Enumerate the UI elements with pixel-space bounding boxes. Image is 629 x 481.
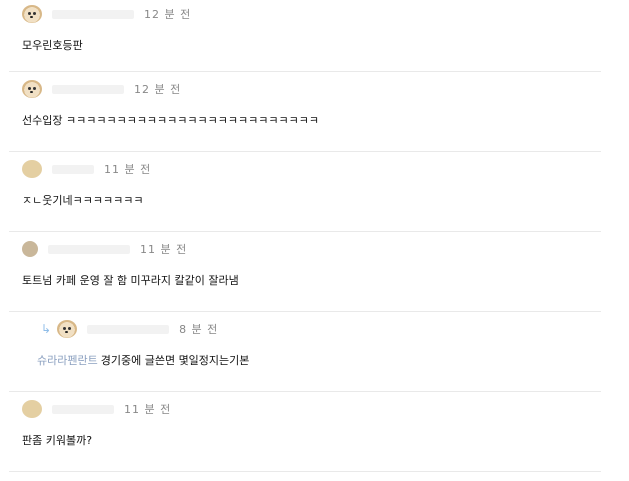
reply-arrow-icon: ↳ — [41, 322, 52, 336]
nickname-blurred[interactable] — [52, 9, 134, 19]
comment-text: 슈라라펜란트 경기중에 글쓴면 몇일정지는기본 — [37, 352, 249, 368]
comment-item: 11 분 전 토트넘 카페 운영 잘 함 미꾸라지 칼같이 잘라냄 — [9, 232, 601, 312]
comment-text: 선수입장 ㅋㅋㅋㅋㅋㅋㅋㅋㅋㅋㅋㅋㅋㅋㅋㅋㅋㅋㅋㅋㅋㅋㅋㅋㅋ — [22, 114, 319, 127]
comment-time: 11 분 전 — [140, 243, 188, 256]
comment-time: 12 분 전 — [144, 8, 192, 21]
comment-text: 판좀 키워볼까? — [22, 434, 93, 447]
avatar-icon[interactable] — [22, 241, 38, 257]
comment-time: 11 분 전 — [104, 163, 152, 176]
mention-link[interactable]: 슈라라펜란트 — [37, 354, 98, 367]
avatar-icon[interactable] — [22, 400, 42, 418]
comment-item: 12 분 전 선수입장 ㅋㅋㅋㅋㅋㅋㅋㅋㅋㅋㅋㅋㅋㅋㅋㅋㅋㅋㅋㅋㅋㅋㅋㅋㅋ — [9, 72, 601, 152]
reply-text: 경기중에 글쓴면 몇일정지는기본 — [100, 354, 250, 367]
comment-meta: 11 분 전 — [22, 238, 187, 260]
comment-text: 토트넘 카페 운영 잘 함 미꾸라지 칼같이 잘라냄 — [22, 274, 239, 287]
comment-meta: ↳ 8 분 전 — [41, 318, 218, 340]
comment-text: 모우린호등판 — [22, 39, 83, 52]
avatar-icon[interactable] — [22, 160, 42, 178]
comment-meta: 12 분 전 — [22, 3, 191, 25]
avatar-icon[interactable] — [22, 5, 42, 23]
comment-time: 12 분 전 — [134, 83, 182, 96]
reply-item: ↳ 8 분 전 슈라라펜란트 경기중에 글쓴면 몇일정지는기본 — [9, 312, 601, 392]
comment-text: ㅈㄴ웃기네ㅋㅋㅋㅋㅋㅋㅋ — [22, 194, 144, 207]
comment-time: 11 분 전 — [124, 403, 172, 416]
comment-time: 8 분 전 — [179, 323, 219, 336]
nickname-blurred[interactable] — [87, 324, 170, 334]
comment-meta: 11 분 전 — [22, 398, 171, 420]
nickname-blurred[interactable] — [48, 244, 130, 254]
nickname-blurred[interactable] — [52, 164, 94, 174]
nickname-blurred[interactable] — [52, 84, 124, 94]
avatar-icon[interactable] — [57, 320, 78, 338]
comment-meta: 11 분 전 — [22, 158, 151, 180]
avatar-icon[interactable] — [22, 80, 42, 98]
comment-item: 11 분 전 ㅈㄴ웃기네ㅋㅋㅋㅋㅋㅋㅋ — [9, 152, 601, 232]
comment-meta: 12 분 전 — [22, 78, 181, 100]
comment-list: 12 분 전 모우린호등판 12 분 전 선수입장 ㅋㅋㅋㅋㅋㅋㅋㅋㅋㅋㅋㅋㅋㅋ… — [0, 0, 629, 472]
nickname-blurred[interactable] — [52, 404, 114, 414]
comment-item: 12 분 전 모우린호등판 — [9, 0, 601, 72]
comment-item: 11 분 전 판좀 키워볼까? — [9, 392, 601, 472]
